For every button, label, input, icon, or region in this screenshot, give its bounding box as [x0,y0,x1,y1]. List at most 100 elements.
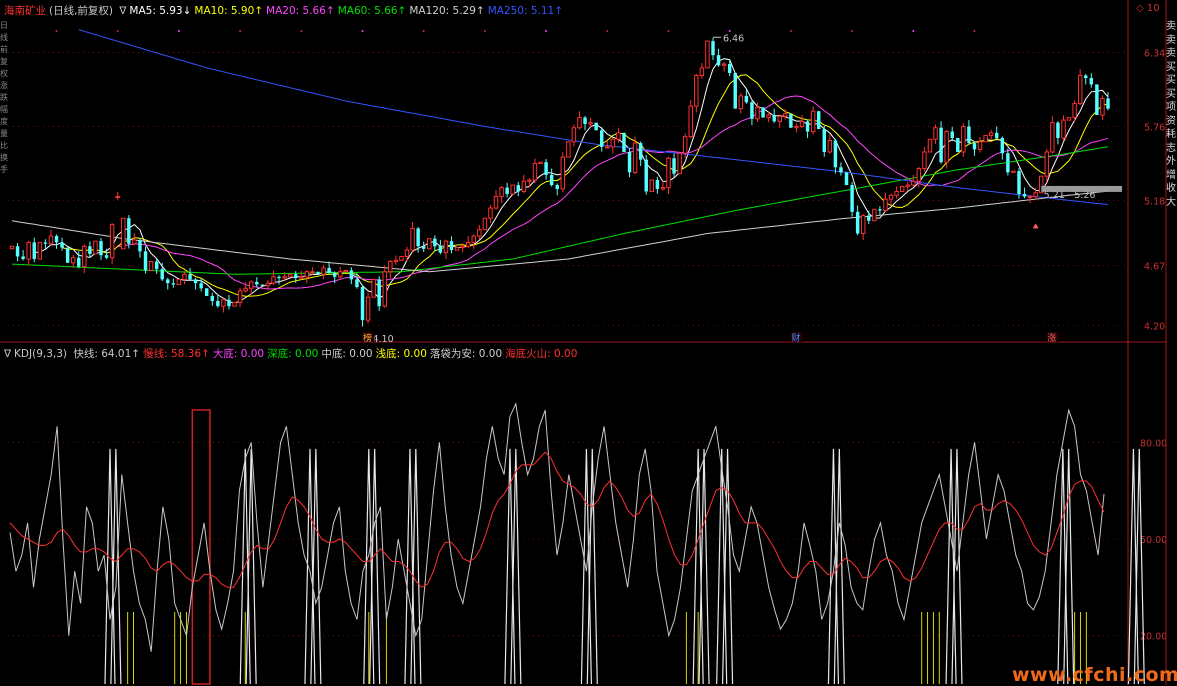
candle-up [499,187,504,198]
candle-down [733,72,737,109]
candle-up [460,245,465,249]
candle-up [605,146,610,149]
candle-down [716,55,721,66]
candle-up [538,161,543,164]
indicator-prefix-icon[interactable]: ∇ [4,348,11,360]
candle-up [905,184,910,187]
candle-down [1056,122,1060,138]
candle-down [160,269,164,280]
candle-up [382,271,387,307]
candle-down [939,127,943,163]
candle-down [43,242,48,244]
candle-down [260,284,265,286]
watermark: www.cfchi.com [1012,664,1177,686]
candle-down [216,301,220,307]
signal-dot [973,30,976,32]
kdj-tick-label: 20.00 [1140,632,1167,643]
candle-up [287,273,293,278]
ma-label-2: MA20: 5.66↑ [266,5,335,17]
candle-up [343,269,349,273]
signal-dot [728,30,731,32]
candle-down [822,129,826,152]
candle-up [1066,117,1072,121]
signal-dot [483,30,486,32]
high-label: 6.46 [723,33,744,44]
left-sidebar-tabs[interactable]: 日线前复权涨跌幅度量比换手 [0,20,8,176]
candle-down [505,187,509,195]
right-sidebar-tabs[interactable]: 卖卖卖买买买项资耗志外增收大 [1166,20,1177,209]
candle-up [899,185,905,192]
candle-up [371,278,376,298]
candle-down [21,256,25,259]
candle-down [878,209,882,211]
candle-up [477,229,482,237]
candle-down [65,247,70,263]
candle-down [850,185,854,212]
candle-up [404,249,410,257]
candle-up [121,217,126,250]
signal-dot [606,30,609,32]
candle-up [109,224,115,259]
kdj-fast-line [9,402,1105,652]
candle-down [855,211,860,234]
ma-line-ma250 [78,29,1109,205]
candle-up [176,278,182,285]
signal-dot [55,30,58,32]
ma-prefix-icon[interactable]: ∇ [119,5,126,17]
candle-down [594,122,598,131]
candle-up [182,273,187,280]
signal-dot [912,30,915,32]
candle-down [332,273,337,277]
candle-up [304,271,310,278]
signal-dot [545,30,548,32]
candle-up [471,235,476,243]
candle-down [1084,75,1088,79]
kdj-slow-line [9,451,1105,588]
candle-up [1027,196,1033,199]
candle-up [1033,192,1038,198]
candle-up [271,276,276,284]
signal-dot [789,30,792,32]
candle-down [199,283,203,289]
signal-dot [116,30,119,32]
candle-up [610,138,616,148]
top-right-indicator[interactable]: ◇ 10 [1136,3,1160,14]
price-tick-label: 5.76 [1144,122,1165,133]
candle-up [799,120,805,127]
candle-up [26,241,31,260]
candle-up [82,245,87,268]
indicator-label-2: 大底: 0.00 [212,348,265,360]
indicator-name[interactable]: KDJ(9,3,3) [14,348,67,360]
stock-name[interactable]: 海南矿业 [4,5,46,17]
candle-down [210,295,215,302]
candle-up [983,134,988,143]
candle-down [294,274,298,279]
signal-dot [300,30,303,32]
indicator-label-4: 中底: 0.00 [321,348,373,360]
ma-label-5: MA250: 5.11↑ [487,5,564,17]
candle-up [399,255,404,261]
candle-up [237,290,243,303]
candle-up [48,235,54,245]
candle-down [627,151,632,173]
candle-down [672,158,676,174]
candle-down [805,121,810,132]
ma-label-4: MA120: 5.29↑ [409,5,485,17]
candle-down [349,270,354,280]
candle-up [922,151,927,170]
candle-down [54,236,59,243]
candle-down [711,41,715,56]
chart-canvas[interactable]: 6.345.765.184.674.206.464.105.21 - 5.26榜… [0,0,1177,685]
candle-up [794,125,799,129]
candle-down [833,140,838,168]
ma-line-ma20 [117,95,1109,290]
candle-up [115,196,120,199]
candle-up [338,271,343,278]
candle-down [449,241,454,251]
candle-down [744,95,749,103]
candle-up [1072,103,1077,119]
event-marker: 榜 [363,332,372,344]
candle-down [1022,194,1027,197]
candle-up [694,75,699,107]
candle-down [327,267,331,274]
